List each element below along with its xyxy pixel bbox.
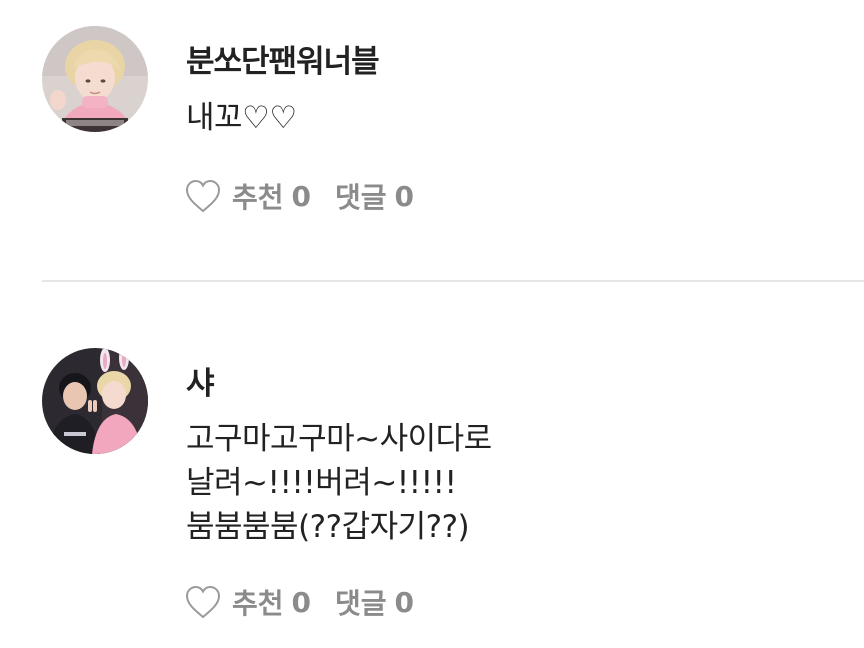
avatar-photo bbox=[42, 348, 148, 454]
comment-body: 내꼬♡♡ bbox=[186, 96, 297, 140]
reply-count: 0 bbox=[394, 179, 415, 213]
comment-item: 분쏘단팬워너블 내꼬♡♡ 추천 0 댓글 0 bbox=[0, 0, 864, 280]
comment-body-line: 내꼬♡♡ bbox=[186, 100, 297, 136]
comment-body-line: 날려~!!!!버려~!!!!! bbox=[186, 465, 457, 501]
comment-actions: 추천 0 댓글 0 bbox=[184, 582, 414, 622]
comment-body-line: 고구마고구마~사이다로 bbox=[186, 421, 492, 457]
like-label[interactable]: 추천 bbox=[232, 176, 284, 216]
like-count: 0 bbox=[291, 179, 312, 213]
comment-actions: 추천 0 댓글 0 bbox=[184, 176, 414, 216]
avatar-photo bbox=[42, 26, 148, 132]
comment-body-line: 붐붐붐붐(??갑자기??) bbox=[186, 509, 470, 545]
heart-outline-icon[interactable] bbox=[184, 178, 222, 214]
comment-feed: 분쏘단팬워너블 내꼬♡♡ 추천 0 댓글 0 샤 고구마고구마~사이다로 날려~… bbox=[0, 0, 864, 648]
like-count: 0 bbox=[291, 585, 312, 619]
comment-author[interactable]: 분쏘단팬워너블 bbox=[186, 36, 380, 81]
heart-outline-icon[interactable] bbox=[184, 584, 222, 620]
avatar[interactable] bbox=[42, 26, 148, 132]
comment-author[interactable]: 샤 bbox=[186, 358, 215, 403]
comment-item: 샤 고구마고구마~사이다로 날려~!!!!버려~!!!!! 붐붐붐붐(??갑자기… bbox=[0, 282, 864, 648]
like-label[interactable]: 추천 bbox=[232, 582, 284, 622]
avatar[interactable] bbox=[42, 348, 148, 454]
comment-body: 고구마고구마~사이다로 날려~!!!!버려~!!!!! 붐붐붐붐(??갑자기??… bbox=[186, 417, 492, 549]
reply-count: 0 bbox=[394, 585, 415, 619]
reply-label[interactable]: 댓글 bbox=[335, 176, 387, 216]
reply-label[interactable]: 댓글 bbox=[335, 582, 387, 622]
